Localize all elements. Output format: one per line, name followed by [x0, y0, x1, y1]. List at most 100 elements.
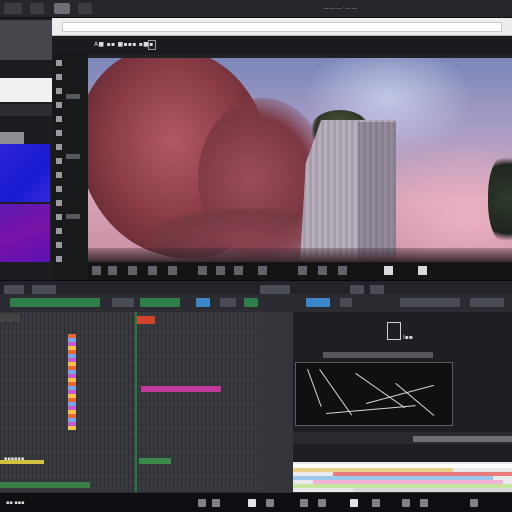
taskbar-app-icon[interactable] — [402, 499, 410, 507]
menu-button-edit[interactable] — [78, 3, 92, 14]
preview-toolbar[interactable] — [323, 352, 433, 358]
folder-icon[interactable] — [56, 214, 62, 220]
app-menu-button[interactable] — [4, 3, 22, 14]
timeline-clip-pink[interactable] — [141, 386, 221, 392]
panel-tool-strip[interactable] — [0, 104, 52, 116]
preview-label: I▪▪ — [403, 334, 413, 341]
file-entry[interactable] — [66, 94, 80, 99]
taskbar-app-icon[interactable] — [372, 499, 380, 507]
folder-icon[interactable] — [56, 172, 62, 178]
tool-icon[interactable] — [168, 266, 177, 275]
tool-icon[interactable] — [298, 266, 307, 275]
taskbar-app-icon[interactable] — [266, 499, 274, 507]
preview-stroke — [307, 369, 322, 407]
timeline-track-area[interactable] — [137, 312, 263, 492]
gear-icon[interactable] — [418, 266, 427, 275]
track-tab[interactable] — [470, 298, 504, 307]
preview-stroke — [355, 373, 406, 409]
folder-icon[interactable] — [56, 186, 62, 192]
track-tab-blue[interactable] — [306, 298, 330, 307]
taskbar-app-icon[interactable] — [248, 499, 256, 507]
timeline-scroll-area[interactable] — [263, 312, 293, 492]
taskbar-app-icon[interactable] — [350, 499, 358, 507]
folder-icon[interactable] — [56, 74, 62, 80]
viewer-toolbar — [88, 262, 512, 280]
file-tree-column — [52, 54, 88, 280]
folder-icon[interactable] — [56, 158, 62, 164]
folder-icon[interactable] — [56, 228, 62, 234]
track-tab[interactable] — [220, 298, 236, 307]
bookmark-icon[interactable] — [148, 40, 156, 50]
folder-icon[interactable] — [56, 256, 62, 262]
menu-button-active[interactable] — [54, 3, 70, 14]
folder-icon[interactable] — [56, 242, 62, 248]
panel-tab[interactable] — [32, 285, 56, 294]
timeline-marker-column[interactable] — [68, 334, 76, 430]
tool-icon[interactable] — [108, 266, 117, 275]
preview-frame-icon[interactable] — [387, 322, 401, 340]
panel-tab[interactable] — [4, 285, 24, 294]
timeline-track-area[interactable]: ▪▪▪▪▪▪ — [0, 312, 136, 492]
file-entry[interactable] — [66, 214, 80, 219]
timeline-audio-clip[interactable] — [0, 460, 44, 464]
color-swatch-purple[interactable] — [0, 204, 50, 262]
tool-icon[interactable] — [198, 266, 207, 275]
top-menu-bar: ———·—— — [0, 0, 512, 18]
timeline-audio-clip[interactable] — [139, 458, 171, 464]
track-tab[interactable] — [340, 298, 352, 307]
track-tab-blue[interactable] — [196, 298, 210, 307]
taskbar-app-icon[interactable] — [300, 499, 308, 507]
track-tab-green[interactable] — [140, 298, 180, 307]
tool-icon[interactable] — [234, 266, 243, 275]
menu-button-file[interactable] — [30, 3, 44, 14]
file-entry[interactable] — [66, 154, 80, 159]
timeline-clip-red[interactable] — [137, 316, 155, 324]
bookmarks-text[interactable]: A■ ▪▪ ■▪▪▪ ▪■▪ — [94, 41, 154, 48]
tool-icon[interactable] — [148, 266, 157, 275]
panel-small-thumbnail[interactable] — [0, 132, 24, 144]
folder-icon[interactable] — [56, 200, 62, 206]
track-tab[interactable] — [400, 298, 460, 307]
timeline-clip[interactable] — [0, 314, 20, 322]
preview-screen[interactable] — [295, 362, 453, 426]
taskbar-app-icon[interactable] — [318, 499, 326, 507]
taskbar-label[interactable]: ▪▪ ▪▪▪ — [6, 500, 25, 506]
taskbar-app-icon[interactable] — [212, 499, 220, 507]
address-input[interactable] — [62, 22, 502, 32]
taskbar-app-icon[interactable] — [198, 499, 206, 507]
panel-tab[interactable] — [350, 285, 364, 294]
taskbar-app-icon[interactable] — [420, 499, 428, 507]
track-tab-green[interactable] — [10, 298, 100, 307]
color-swatch-blue[interactable] — [0, 144, 50, 202]
folder-icon[interactable] — [56, 60, 62, 66]
timeline-audio-clip[interactable] — [0, 482, 90, 488]
timeline-toolbar — [0, 294, 512, 312]
panel-thumbnail[interactable] — [0, 20, 52, 60]
folder-icon[interactable] — [56, 116, 62, 122]
photo-tree — [488, 154, 512, 244]
preview-panel: I▪▪ — [293, 312, 512, 462]
folder-icon[interactable] — [56, 102, 62, 108]
track-tab-green[interactable] — [244, 298, 258, 307]
folder-icon[interactable] — [56, 144, 62, 150]
photo-tower-shadow — [358, 122, 396, 262]
tool-icon[interactable] — [92, 266, 101, 275]
taskbar-app-icon[interactable] — [470, 499, 478, 507]
preview-scrubber[interactable] — [413, 436, 512, 442]
panel-white-field[interactable] — [0, 78, 52, 102]
panel-tab[interactable] — [260, 285, 290, 294]
tool-icon[interactable] — [318, 266, 327, 275]
track-tab[interactable] — [112, 298, 134, 307]
folder-icon[interactable] — [56, 88, 62, 94]
panel-tab[interactable] — [370, 285, 384, 294]
tool-icon[interactable] — [128, 266, 137, 275]
folder-icon[interactable] — [56, 130, 62, 136]
tool-icon[interactable] — [338, 266, 347, 275]
editor-panel-header — [0, 280, 512, 294]
bookmarks-bar: A■ ▪▪ ■▪▪▪ ▪■▪ — [52, 36, 512, 54]
play-icon[interactable] — [384, 266, 393, 275]
tool-icon[interactable] — [216, 266, 225, 275]
tool-icon[interactable] — [258, 266, 267, 275]
left-tool-panel — [0, 18, 52, 280]
photo-ground — [88, 248, 512, 262]
